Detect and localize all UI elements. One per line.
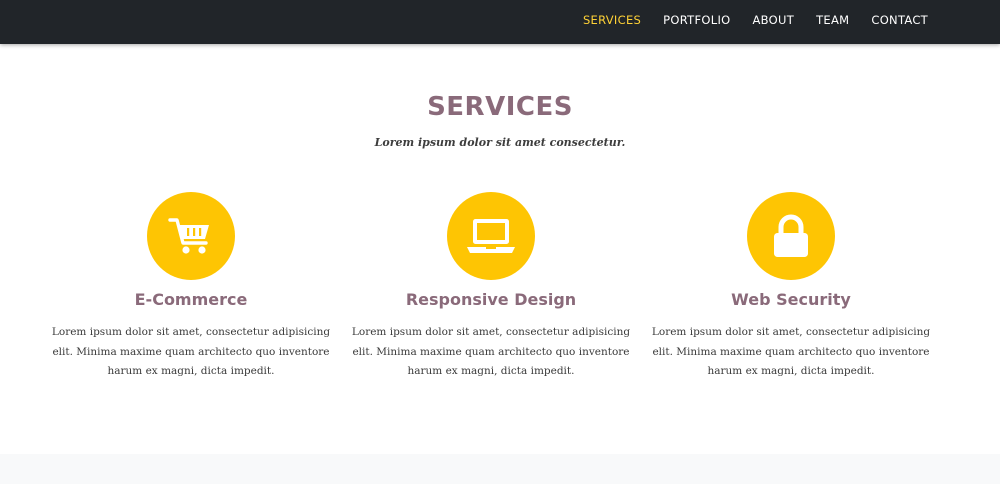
lock-icon: [774, 214, 808, 257]
service-text: Lorem ipsum dolor sit amet, consectetur …: [51, 326, 331, 377]
nav-link-about[interactable]: ABOUT: [753, 0, 795, 40]
service-title: Responsive Design: [405, 290, 577, 309]
service-text: Lorem ipsum dolor sit amet, consectetur …: [651, 326, 931, 377]
nav-link-team[interactable]: TEAM: [816, 0, 849, 40]
next-section-band: [0, 454, 1000, 484]
shopping-cart-icon: [168, 218, 209, 254]
nav-link-services[interactable]: SERVICES: [583, 0, 641, 40]
service-title: E-Commerce: [134, 290, 248, 309]
service-title: Web Security: [731, 290, 851, 309]
responsive-icon-circle: [447, 192, 535, 280]
navbar: SERVICES PORTFOLIO ABOUT TEAM CONTACT: [0, 0, 1000, 44]
section-subheading: Lorem ipsum dolor sit amet consectetur.: [374, 136, 626, 149]
service-text: Lorem ipsum dolor sit amet, consectetur …: [351, 326, 631, 377]
section-heading: SERVICES: [427, 92, 573, 122]
service-web-security: Web Security Lorem ipsum dolor sit amet,…: [641, 192, 941, 382]
service-ecommerce: E-Commerce Lorem ipsum dolor sit amet, c…: [41, 192, 341, 382]
nav-links: SERVICES PORTFOLIO ABOUT TEAM CONTACT: [561, 0, 928, 40]
services-section: SERVICES Lorem ipsum dolor sit amet cons…: [0, 44, 1000, 454]
security-icon-circle: [747, 192, 835, 280]
nav-link-contact[interactable]: CONTACT: [871, 0, 928, 40]
service-responsive-design: Responsive Design Lorem ipsum dolor sit …: [341, 192, 641, 382]
laptop-icon: [467, 219, 515, 253]
nav-link-portfolio[interactable]: PORTFOLIO: [663, 0, 730, 40]
ecommerce-icon-circle: [147, 192, 235, 280]
